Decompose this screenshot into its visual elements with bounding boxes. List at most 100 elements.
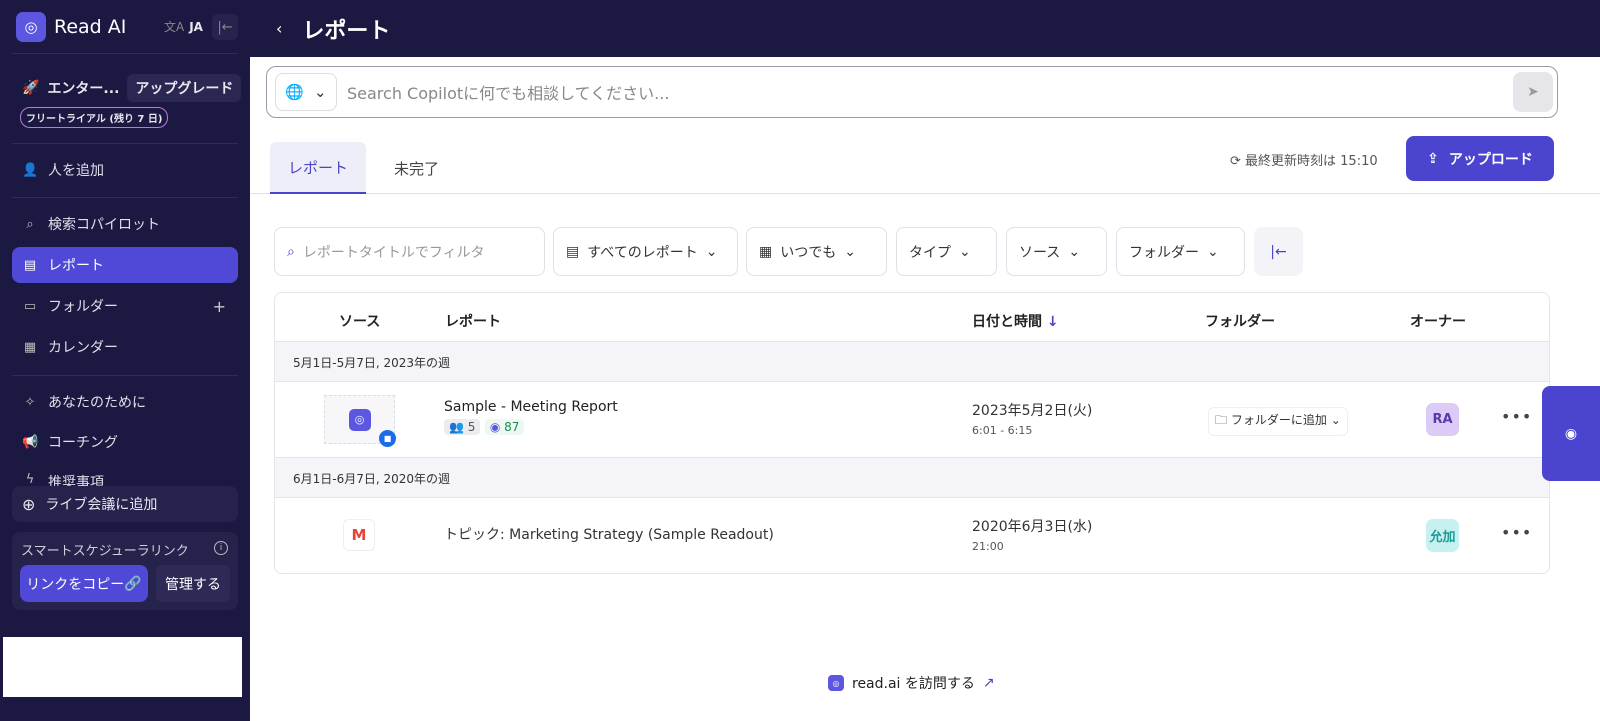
folder-label: フォルダーに追加 (1230, 413, 1327, 427)
chevron-down-icon: ⌄ (1330, 413, 1341, 427)
copilot-search[interactable]: 🌐 ⌄ Search Copilotに何でも相談してください... ➤ (266, 66, 1558, 118)
support-side-tab[interactable]: ◉ (1542, 386, 1600, 481)
source-thumbnail: ◎ ■ (324, 395, 396, 447)
live-label: ライブ会議に追加 (45, 497, 158, 513)
nav-label: フォルダー (48, 299, 118, 315)
source-dropdown[interactable]: ソース ⌄ (1006, 227, 1107, 276)
add-to-live-meeting-button[interactable]: ⊕ ライブ会議に追加 (12, 486, 238, 522)
search-input[interactable]: Search Copilotに何でも相談してください... (347, 80, 669, 104)
tab-bar: レポート 未完了 (250, 135, 1600, 194)
read-ai-icon: ◎ (828, 675, 844, 691)
upgrade-button[interactable]: アップグレード (127, 74, 242, 102)
smart-scheduler-panel: スマートスケジューラリンク i リンクをコピー 🔗 管理する (12, 532, 238, 610)
report-date: 2020年6月3日(水) (972, 519, 1093, 535)
sidebar-item-recommendations[interactable]: ϟ 推奨事項 (12, 466, 238, 486)
calendar-icon: ▦ (23, 339, 37, 355)
filter-label: すべてのレポート (587, 244, 698, 261)
column-header-folder[interactable]: フォルダー (1205, 311, 1275, 331)
document-icon: ▤ (566, 243, 580, 260)
nav-label: あなたのために (48, 395, 146, 411)
globe-icon: 🌐 (285, 83, 305, 101)
filter-label: ソース (1019, 244, 1061, 261)
chevron-down-icon: ⌄ (1068, 243, 1081, 260)
manage-button[interactable]: 管理する (156, 565, 230, 602)
nav-label: コーチング (48, 435, 118, 451)
upload-label: アップロード (1448, 151, 1533, 168)
add-to-folder-button[interactable]: 🗀 フォルダーに追加 ⌄ (1208, 407, 1348, 436)
blank-panel (3, 637, 242, 697)
back-chevron-icon[interactable]: ‹ (276, 19, 282, 38)
tab-reports[interactable]: レポート (270, 142, 367, 194)
sidebar-item-calendar[interactable]: ▦ カレンダー (12, 329, 238, 365)
sidebar-item-add-people[interactable]: 👤 人を追加 (12, 152, 238, 188)
upload-icon: ⇪ (1427, 150, 1439, 167)
title-filter-input[interactable]: ⌕ レポートタイトルでフィルタ (274, 227, 545, 276)
score-badge: ◉ 87 (484, 419, 525, 435)
search-icon: ⌕ (26, 216, 34, 232)
filter-label: いつでも (780, 244, 837, 261)
chevron-down-icon: ⌄ (314, 83, 327, 101)
collapse-sidebar-button[interactable]: |← (212, 14, 238, 40)
reports-table: ソース レポート 日付と時間 ↓ フォルダー オーナー 5月1日-5月7日, 2… (274, 292, 1550, 574)
sidebar-item-folders[interactable]: ▭ フォルダー + (12, 288, 238, 324)
participants-badge: 👥 5 (444, 419, 481, 435)
divider (12, 197, 238, 198)
nav-label: レポート (48, 258, 104, 274)
gmail-icon: M (343, 519, 375, 551)
last-updated-text: 最終更新時刻は 15:10 (1245, 154, 1378, 169)
scope-dropdown[interactable]: 🌐 ⌄ (275, 73, 337, 111)
external-link-icon: ↗ (982, 675, 995, 691)
zoom-icon: ■ (379, 430, 396, 447)
megaphone-icon: 📢 (22, 434, 39, 450)
header-label: 日付と時間 (972, 314, 1042, 330)
report-icon: ▤ (23, 257, 37, 273)
upload-button[interactable]: ⇪ アップロード (1406, 136, 1554, 181)
sort-arrow-down-icon: ↓ (1046, 314, 1059, 330)
column-header-report[interactable]: レポート (445, 311, 501, 331)
refresh-icon: ⟳ (1230, 154, 1246, 169)
sidebar-item-search-copilot[interactable]: ⌕ 検索コパイロット (12, 206, 238, 242)
more-options-icon[interactable]: ••• (1501, 407, 1532, 426)
visit-label: read.ai を訪問する (852, 676, 975, 692)
plan-name: エンター... (47, 81, 120, 97)
score-value: 87 (504, 420, 520, 434)
sidebar-item-for-you[interactable]: ✧ あなたのために (12, 384, 238, 420)
smart-scheduler-title: スマートスケジューラリンク (21, 544, 189, 559)
column-header-source[interactable]: ソース (339, 311, 380, 331)
brand-name: Read AI (54, 16, 127, 38)
translate-icon: 文A (164, 20, 185, 34)
link-icon: 🔗 (124, 575, 142, 592)
type-dropdown[interactable]: タイプ ⌄ (896, 227, 997, 276)
sidebar-item-coaching[interactable]: 📢 コーチング (12, 424, 238, 460)
info-icon[interactable]: i (214, 541, 228, 555)
more-options-icon[interactable]: ••• (1501, 523, 1532, 542)
week-group-header: 6月1日-6月7日, 2020年の週 (275, 457, 1549, 498)
report-type-dropdown[interactable]: ▤ すべてのレポート ⌄ (553, 227, 738, 276)
report-title[interactable]: Sample - Meeting Report (444, 399, 618, 415)
brand[interactable]: ◎ Read AI (16, 12, 126, 42)
column-header-date[interactable]: 日付と時間 ↓ (972, 311, 1059, 331)
chevron-down-icon: ⌄ (1207, 243, 1219, 260)
report-time: 6:01 - 6:15 (972, 424, 1033, 437)
folder-icon: 🗀 (1215, 413, 1228, 427)
add-folder-button[interactable]: + (213, 297, 226, 316)
divider (12, 53, 238, 54)
date-dropdown[interactable]: ▦ いつでも ⌄ (746, 227, 887, 276)
add-user-icon: 👤 (22, 162, 39, 178)
calendar-icon: ▦ (759, 243, 773, 260)
report-title[interactable]: トピック: Marketing Strategy (Sample Readout… (444, 524, 774, 544)
visit-read-ai-link[interactable]: ◎ read.ai を訪問する ↗ (828, 673, 995, 693)
read-score-icon: ◉ (489, 420, 501, 434)
sidebar-item-reports[interactable]: ▤ レポート (12, 247, 238, 283)
nav-label: カレンダー (48, 340, 118, 356)
column-header-owner[interactable]: オーナー (1410, 311, 1466, 331)
folder-dropdown[interactable]: フォルダー ⌄ (1116, 227, 1245, 276)
last-updated[interactable]: ⟳ 最終更新時刻は 15:10 (1230, 150, 1378, 169)
copy-link-button[interactable]: リンクをコピー 🔗 (20, 565, 148, 602)
nav-label: 推奨事項 (48, 475, 104, 486)
send-button[interactable]: ➤ (1513, 72, 1553, 112)
collapse-panel-icon[interactable]: |← (1254, 227, 1303, 276)
language-switch[interactable]: 文A JA (164, 18, 203, 35)
tab-incomplete[interactable]: 未完了 (376, 142, 457, 194)
report-time: 21:00 (972, 540, 1004, 553)
